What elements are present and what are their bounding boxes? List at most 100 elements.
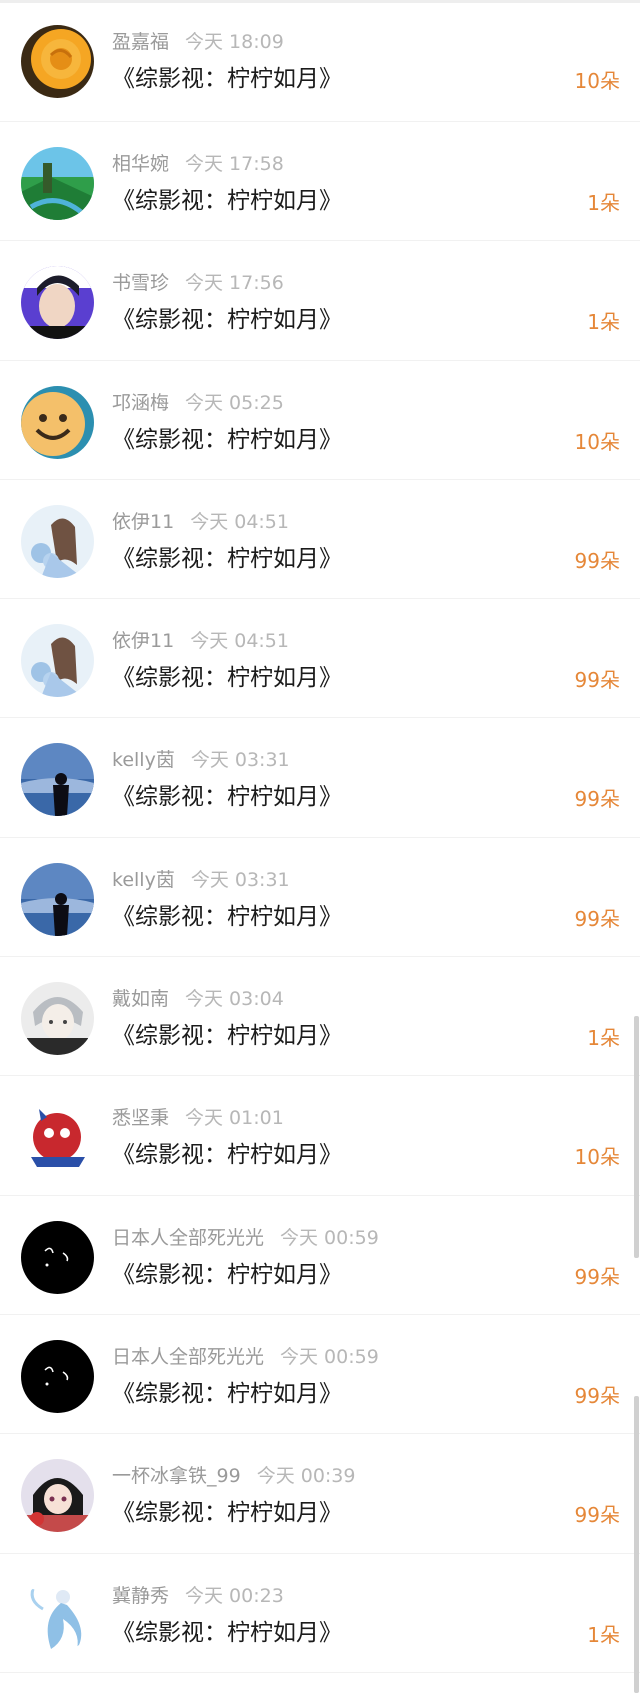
gift-list[interactable]: 盈嘉福 今天 18:09 《综影视：柠柠如月》 10朵 相华婉 今天 17:58 《综影视：…	[0, 0, 640, 1673]
row-meta: 依伊11 今天 04:51	[112, 510, 289, 534]
book-title[interactable]: 《综影视：柠柠如月》	[112, 544, 342, 574]
book-title[interactable]: 《综影视：柠柠如月》	[112, 1140, 342, 1170]
gift-time: 今天 05:25	[185, 391, 284, 414]
gift-row[interactable]: 戴如南 今天 03:04 《综影视：柠柠如月》 1朵	[0, 957, 640, 1077]
gift-row[interactable]: 依伊11 今天 04:51 《综影视：柠柠如月》 99朵	[0, 480, 640, 600]
gift-time: 今天 17:58	[185, 153, 284, 175]
user-name[interactable]: 戴如南	[112, 988, 169, 1010]
gift-time: 今天 17:56	[185, 272, 284, 295]
book-title[interactable]: 《综影视：柠柠如月》	[112, 1618, 342, 1648]
row-meta: 依伊11 今天 04:51	[112, 629, 289, 653]
gift-time: 今天 04:51	[190, 510, 289, 533]
user-name[interactable]: 邛涵梅	[112, 392, 169, 414]
smiley-avatar-icon[interactable]	[21, 385, 94, 459]
rose-avatar-icon[interactable]	[21, 25, 94, 98]
book-title[interactable]: 《综影视：柠柠如月》	[112, 782, 342, 812]
silhouette-avatar-icon[interactable]	[21, 743, 94, 817]
gift-row[interactable]: 书雪珍 今天 17:56 《综影视：柠柠如月》 1朵	[0, 241, 640, 361]
row-meta: 戴如南 今天 03:04	[112, 987, 284, 1011]
book-title[interactable]: 《综影视：柠柠如月》	[112, 64, 342, 94]
flower-count: 1朵	[587, 1026, 620, 1051]
fairy-avatar-icon[interactable]	[21, 1578, 94, 1652]
row-meta: kelly茵 今天 03:31	[112, 868, 290, 892]
user-name[interactable]: kelly茵	[112, 869, 175, 891]
flower-count: 99朵	[574, 1264, 620, 1289]
gift-row[interactable]: 盈嘉福 今天 18:09 《综影视：柠柠如月》 10朵	[0, 0, 640, 122]
gift-row[interactable]: kelly茵 今天 03:31 《综影视：柠柠如月》 99朵	[0, 838, 640, 958]
gift-row[interactable]: 邛涵梅 今天 05:25 《综影视：柠柠如月》 10朵	[0, 361, 640, 480]
gift-row[interactable]: 相华婉 今天 17:58 《综影视：柠柠如月》 1朵	[0, 122, 640, 242]
scrollbar-thumb-secondary[interactable]	[634, 1396, 639, 1693]
row-meta: 书雪珍 今天 17:56	[112, 271, 284, 295]
user-name[interactable]: 日本人全部死光光	[112, 1346, 264, 1368]
flower-count: 99朵	[574, 1503, 620, 1528]
book-title[interactable]: 《综影视：柠柠如月》	[112, 425, 342, 455]
book-title[interactable]: 《综影视：柠柠如月》	[112, 1021, 342, 1051]
flower-count: 10朵	[574, 69, 620, 93]
row-meta: 一杯冰拿铁_99 今天 00:39	[112, 1464, 355, 1488]
user-name[interactable]: kelly茵	[112, 749, 175, 771]
row-meta: 悉坚秉 今天 01:01	[112, 1106, 284, 1130]
dark-face-avatar-icon[interactable]	[21, 1220, 94, 1294]
gift-time: 今天 00:39	[256, 1465, 356, 1488]
user-name[interactable]: 依伊11	[112, 511, 174, 533]
gift-row[interactable]: kelly茵 今天 03:31 《综影视：柠柠如月》 99朵	[0, 718, 640, 838]
row-meta: kelly茵 今天 03:31	[112, 748, 290, 772]
book-title[interactable]: 《综影视：柠柠如月》	[112, 1379, 342, 1409]
user-name[interactable]: 相华婉	[112, 153, 169, 175]
mascot-avatar-icon[interactable]	[21, 1101, 94, 1175]
gift-time: 今天 03:31	[190, 868, 290, 891]
book-title[interactable]: 《综影视：柠柠如月》	[112, 1260, 342, 1290]
row-meta: 日本人全部死光光 今天 00:59	[112, 1226, 379, 1250]
book-title[interactable]: 《综影视：柠柠如月》	[112, 1498, 342, 1528]
user-name[interactable]: 悉坚秉	[112, 1107, 169, 1129]
flower-count: 99朵	[574, 906, 620, 931]
landscape-avatar-icon[interactable]	[21, 147, 94, 220]
gift-time: 今天 00:23	[185, 1584, 284, 1607]
anime-girl-avatar-icon[interactable]	[21, 1459, 94, 1533]
row-meta: 冀静秀 今天 00:23	[112, 1584, 284, 1608]
book-title[interactable]: 《综影视：柠柠如月》	[112, 902, 342, 932]
user-name[interactable]: 一杯冰拿铁_99	[112, 1465, 241, 1487]
portrait-avatar-icon[interactable]	[21, 266, 94, 340]
girl-flowers-avatar-icon[interactable]	[21, 504, 94, 578]
gift-row[interactable]: 冀静秀 今天 00:23 《综影视：柠柠如月》 1朵	[0, 1554, 640, 1673]
gift-row[interactable]: 悉坚秉 今天 01:01 《综影视：柠柠如月》 10朵	[0, 1076, 640, 1196]
book-title[interactable]: 《综影视：柠柠如月》	[112, 663, 342, 693]
book-title[interactable]: 《综影视：柠柠如月》	[112, 305, 342, 335]
flower-count: 99朵	[574, 787, 620, 812]
flower-count: 1朵	[587, 191, 620, 215]
flower-count: 99朵	[574, 1383, 620, 1408]
girl-flowers-avatar-icon[interactable]	[21, 624, 94, 698]
row-meta: 邛涵梅 今天 05:25	[112, 391, 284, 415]
gift-time: 今天 00:59	[280, 1345, 379, 1368]
flower-count: 10朵	[574, 1145, 620, 1170]
scrollbar-thumb[interactable]	[634, 1016, 639, 1258]
gift-time: 今天 03:04	[185, 988, 284, 1011]
anime-boy-avatar-icon[interactable]	[21, 982, 94, 1056]
user-name[interactable]: 书雪珍	[112, 272, 169, 294]
row-meta: 盈嘉福 今天 18:09	[112, 30, 284, 54]
gift-time: 今天 04:51	[190, 630, 289, 653]
dark-face-avatar-icon[interactable]	[21, 1339, 94, 1413]
gift-row[interactable]: 一杯冰拿铁_99 今天 00:39 《综影视：柠柠如月》 99朵	[0, 1434, 640, 1554]
flower-count: 10朵	[574, 429, 620, 454]
gift-row[interactable]: 依伊11 今天 04:51 《综影视：柠柠如月》 99朵	[0, 599, 640, 719]
flower-count: 99朵	[574, 668, 620, 693]
gift-time: 今天 03:31	[190, 749, 290, 772]
user-name[interactable]: 冀静秀	[112, 1585, 169, 1607]
row-meta: 日本人全部死光光 今天 00:59	[112, 1345, 379, 1369]
flower-count: 1朵	[587, 310, 620, 335]
user-name[interactable]: 日本人全部死光光	[112, 1227, 264, 1249]
gift-time: 今天 18:09	[185, 31, 284, 53]
flower-count: 1朵	[587, 1622, 620, 1647]
gift-time: 今天 01:01	[185, 1107, 284, 1130]
user-name[interactable]: 盈嘉福	[112, 31, 169, 53]
book-title[interactable]: 《综影视：柠柠如月》	[112, 186, 342, 216]
user-name[interactable]: 依伊11	[112, 630, 174, 652]
flower-count: 99朵	[574, 548, 620, 573]
gift-row[interactable]: 日本人全部死光光 今天 00:59 《综影视：柠柠如月》 99朵	[0, 1315, 640, 1435]
gift-row[interactable]: 日本人全部死光光 今天 00:59 《综影视：柠柠如月》 99朵	[0, 1196, 640, 1315]
silhouette-avatar-icon[interactable]	[21, 862, 94, 936]
gift-time: 今天 00:59	[280, 1226, 379, 1249]
